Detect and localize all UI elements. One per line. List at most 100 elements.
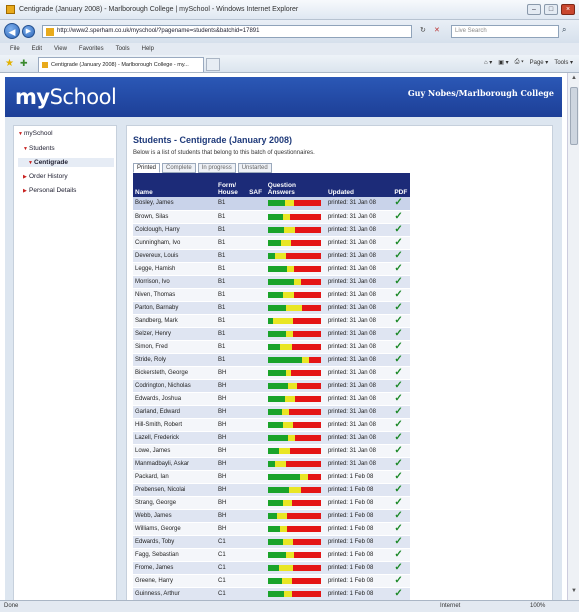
table-row[interactable]: Devereux, Louis B1 printed: 31 Jan 08 ✓ (133, 249, 410, 263)
add-favorite-icon[interactable]: ✚ (20, 58, 28, 69)
student-name[interactable]: Cunningham, Ivo (133, 236, 216, 250)
feeds-icon[interactable]: ▣ ▾ (498, 59, 508, 66)
maximize-button[interactable]: □ (544, 4, 558, 15)
tab-unstarted[interactable]: Unstarted (237, 163, 272, 173)
pdf-check-icon[interactable]: ✓ (394, 471, 402, 482)
table-row[interactable]: Hill-Smith, Robert BH printed: 31 Jan 08 ✓ (133, 418, 410, 432)
pdf-check-icon[interactable]: ✓ (394, 523, 402, 534)
refresh-icon[interactable]: ↻ (420, 26, 426, 34)
column-header-saf[interactable]: SAF (247, 173, 266, 197)
table-row[interactable]: Edwards, Toby C1 printed: 1 Feb 08 ✓ (133, 535, 410, 549)
student-name[interactable]: Devereux, Louis (133, 249, 216, 263)
pdf-check-icon[interactable]: ✓ (394, 575, 402, 586)
home-icon[interactable]: ⌂ ▾ (484, 59, 492, 66)
table-row[interactable]: Prebensen, Nicolai BH printed: 1 Feb 08 ✓ (133, 483, 410, 497)
sidebar-item-centigrade[interactable]: ▼Centigrade (18, 158, 114, 167)
close-button[interactable]: × (561, 4, 575, 15)
column-header-answers[interactable]: Question Answers (265, 173, 326, 197)
page-menu-button[interactable]: Page ▾ (530, 59, 549, 66)
pdf-check-icon[interactable]: ✓ (394, 549, 402, 560)
pdf-check-icon[interactable]: ✓ (394, 536, 402, 547)
table-row[interactable]: Strang, George BH printed: 1 Feb 08 ✓ (133, 496, 410, 510)
student-name[interactable]: Lazell, Frederick (133, 431, 216, 445)
menu-item-favorites[interactable]: Favorites (79, 43, 104, 55)
student-name[interactable]: Manmadbayli, Askar (133, 457, 216, 471)
menu-item-view[interactable]: View (54, 43, 67, 55)
menu-item-help[interactable]: Help (142, 43, 154, 55)
pdf-check-icon[interactable]: ✓ (394, 237, 402, 248)
pdf-check-icon[interactable]: ✓ (394, 328, 402, 339)
student-name[interactable]: Hill-Smith, Robert (133, 418, 216, 432)
table-row[interactable]: Stride, Roly B1 printed: 31 Jan 08 ✓ (133, 353, 410, 367)
student-name[interactable]: Guinness, Arthur (133, 587, 216, 600)
student-name[interactable]: Simon, Fred (133, 340, 216, 354)
pdf-check-icon[interactable]: ✓ (394, 393, 402, 404)
pdf-check-icon[interactable]: ✓ (394, 367, 402, 378)
table-row[interactable]: Morrison, Ivo B1 printed: 31 Jan 08 ✓ (133, 275, 410, 289)
table-row[interactable]: Bickersteth, George BH printed: 31 Jan 08 ✓ (133, 366, 410, 380)
minimize-button[interactable]: – (527, 4, 541, 15)
table-row[interactable]: Lazell, Frederick BH printed: 31 Jan 08 ✓ (133, 431, 410, 445)
favorites-star-icon[interactable]: ★ (5, 58, 14, 69)
student-name[interactable]: Edwards, Toby (133, 535, 216, 549)
sidebar-item-order-history[interactable]: ▶ Order History (23, 173, 68, 180)
student-name[interactable]: Niven, Thomas (133, 288, 216, 302)
student-name[interactable]: Bickersteth, George (133, 366, 216, 380)
pdf-check-icon[interactable]: ✓ (394, 380, 402, 391)
student-name[interactable]: Frome, James (133, 561, 216, 575)
sidebar-item-myschool[interactable]: ▼mySchool (18, 130, 53, 137)
table-row[interactable]: Sandberg, Mark B1 printed: 31 Jan 08 ✓ (133, 314, 410, 328)
student-name[interactable]: Greene, Harry (133, 574, 216, 588)
pdf-check-icon[interactable]: ✓ (394, 263, 402, 274)
student-name[interactable]: Prebensen, Nicolai (133, 483, 216, 497)
table-row[interactable]: Guinness, Arthur C1 printed: 1 Feb 08 ✓ (133, 587, 410, 600)
student-name[interactable]: Williams, George (133, 522, 216, 536)
browser-tab[interactable]: Centigrade (January 2008) - Marlborough … (38, 57, 204, 72)
student-name[interactable]: Selzer, Henry (133, 327, 216, 341)
student-name[interactable]: Colclough, Harry (133, 223, 216, 237)
table-row[interactable]: Colclough, Harry B1 printed: 31 Jan 08 ✓ (133, 223, 410, 237)
sidebar-item-students[interactable]: ▼Students (23, 145, 55, 152)
table-row[interactable]: Fagg, Sebastian C1 printed: 1 Feb 08 ✓ (133, 548, 410, 562)
student-name[interactable]: Sandberg, Mark (133, 314, 216, 328)
pdf-check-icon[interactable]: ✓ (394, 484, 402, 495)
column-header-pdf[interactable]: PDF (392, 173, 410, 197)
column-header-name[interactable]: Name (133, 173, 216, 197)
pdf-check-icon[interactable]: ✓ (394, 289, 402, 300)
address-input[interactable]: http://www2.sperham.co.uk/myschool/?page… (42, 25, 412, 38)
column-header-updated[interactable]: Updated (325, 173, 393, 197)
student-name[interactable]: Garland, Edward (133, 405, 216, 419)
pdf-check-icon[interactable]: ✓ (394, 497, 402, 508)
pdf-check-icon[interactable]: ✓ (394, 562, 402, 573)
table-row[interactable]: Brown, Silas B1 printed: 31 Jan 08 ✓ (133, 210, 410, 224)
table-row[interactable]: Williams, George BH printed: 1 Feb 08 ✓ (133, 522, 410, 536)
table-row[interactable]: Greene, Harry C1 printed: 1 Feb 08 ✓ (133, 574, 410, 588)
student-name[interactable]: Webb, James (133, 509, 216, 523)
student-name[interactable]: Edwards, Joshua (133, 392, 216, 406)
student-name[interactable]: Bosley, James (133, 197, 216, 211)
tab-complete[interactable]: Complete (162, 163, 196, 173)
pdf-check-icon[interactable]: ✓ (394, 341, 402, 352)
pdf-check-icon[interactable]: ✓ (394, 250, 402, 261)
menu-item-file[interactable]: File (10, 43, 20, 55)
table-row[interactable]: Packard, Ian BH printed: 1 Feb 08 ✓ (133, 470, 410, 484)
tools-menu-button[interactable]: Tools ▾ (554, 59, 573, 66)
table-row[interactable]: Webb, James BH printed: 1 Feb 08 ✓ (133, 509, 410, 523)
student-name[interactable]: Stride, Roly (133, 353, 216, 367)
table-row[interactable]: Lowe, James BH printed: 31 Jan 08 ✓ (133, 444, 410, 458)
table-row[interactable]: Frome, James C1 printed: 1 Feb 08 ✓ (133, 561, 410, 575)
table-row[interactable]: Bosley, James B1 printed: 31 Jan 08 ✓ (133, 197, 410, 211)
table-row[interactable]: Cunningham, Ivo B1 printed: 31 Jan 08 ✓ (133, 236, 410, 250)
forward-button[interactable]: ▶ (22, 25, 35, 38)
scroll-up-icon[interactable]: ▲ (569, 75, 579, 85)
table-row[interactable]: Selzer, Henry B1 printed: 31 Jan 08 ✓ (133, 327, 410, 341)
table-row[interactable]: Codrington, Nicholas BH printed: 31 Jan 08… (133, 379, 410, 393)
table-row[interactable]: Niven, Thomas B1 printed: 31 Jan 08 ✓ (133, 288, 410, 302)
pdf-check-icon[interactable]: ✓ (394, 419, 402, 430)
pdf-check-icon[interactable]: ✓ (394, 211, 402, 222)
pdf-check-icon[interactable]: ✓ (394, 315, 402, 326)
student-name[interactable]: Legge, Hamish (133, 262, 216, 276)
menu-item-edit[interactable]: Edit (32, 43, 42, 55)
search-icon[interactable]: ⌕ (562, 25, 566, 35)
scrollbar-thumb[interactable] (570, 87, 578, 145)
